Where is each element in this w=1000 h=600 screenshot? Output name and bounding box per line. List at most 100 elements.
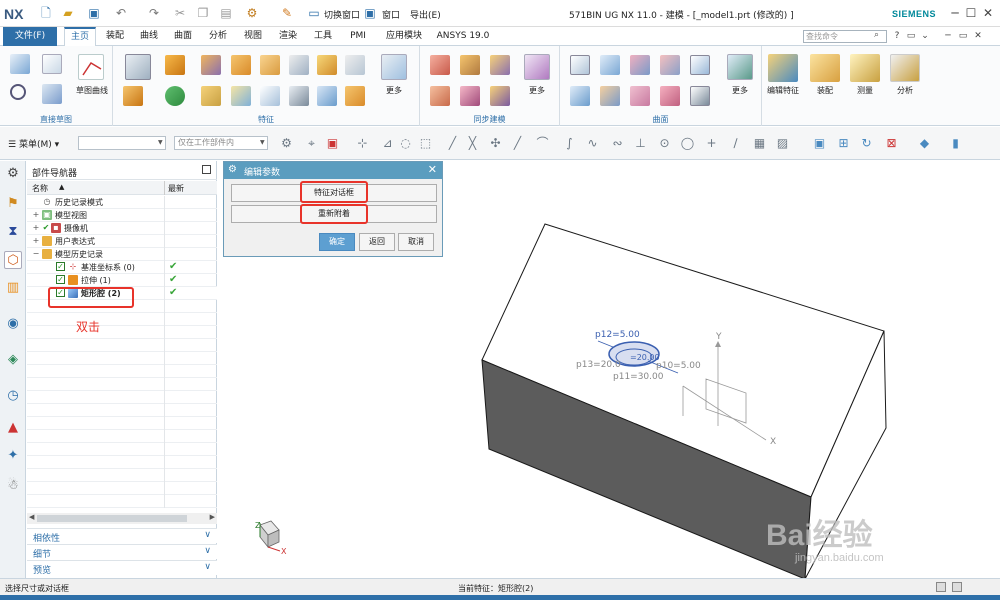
- process-studio-icon[interactable]: ✦: [4, 447, 22, 465]
- cancel-button[interactable]: 取消: [398, 233, 434, 251]
- fit-view-icon[interactable]: ▣: [812, 136, 827, 151]
- copy-icon[interactable]: ❐: [195, 5, 211, 21]
- extrude-icon[interactable]: [165, 55, 185, 75]
- tree-item-model-views[interactable]: + ▣ 模型视图: [27, 209, 217, 222]
- collapse-icon[interactable]: −: [32, 249, 40, 258]
- doc-restore-icon[interactable]: ▭: [957, 30, 969, 43]
- face-point-icon[interactable]: ▨: [775, 136, 790, 151]
- sketch-plane-icon[interactable]: [42, 54, 62, 74]
- block-icon[interactable]: [231, 55, 251, 75]
- line-icon[interactable]: ╱: [510, 136, 525, 151]
- paste-icon[interactable]: ▤: [218, 5, 234, 21]
- datum-plane-icon[interactable]: [125, 54, 151, 80]
- patch-icon[interactable]: [690, 86, 710, 106]
- more-sync-label[interactable]: 更多: [520, 85, 554, 96]
- ruled-icon[interactable]: [690, 55, 710, 75]
- tab-assembly[interactable]: 装配: [100, 27, 130, 46]
- menu-button[interactable]: ☰ 菜单(M) ▾: [8, 137, 59, 150]
- maximize-icon[interactable]: [202, 165, 211, 174]
- cut-icon[interactable]: ✂: [172, 5, 188, 21]
- measure-label[interactable]: 测量: [846, 85, 884, 96]
- extend-sheet-icon[interactable]: [660, 86, 680, 106]
- tab-home[interactable]: 主页: [64, 27, 96, 46]
- revolve-icon[interactable]: [201, 55, 221, 75]
- column-divider[interactable]: [164, 181, 165, 195]
- sort-up-icon[interactable]: ▲: [59, 183, 64, 191]
- status-window-icon[interactable]: [952, 582, 962, 592]
- curve-icon[interactable]: ∿: [585, 136, 600, 151]
- system-materials-icon[interactable]: ▲: [4, 419, 22, 437]
- expand-icon[interactable]: +: [32, 223, 40, 232]
- ok-button[interactable]: 确定: [319, 233, 355, 251]
- close-icon[interactable]: ✕: [980, 5, 996, 21]
- scroll-left-icon[interactable]: ◀: [29, 513, 34, 521]
- tab-render[interactable]: 渲染: [273, 27, 303, 46]
- column-name[interactable]: 名称: [32, 183, 48, 194]
- snap-point-icon[interactable]: ▣: [325, 136, 340, 151]
- point-constructor-icon[interactable]: ⊹: [355, 136, 370, 151]
- add-feature-icon[interactable]: [165, 86, 185, 106]
- constraint-navigator-icon[interactable]: ⧗: [4, 223, 22, 241]
- tree-item-extrude[interactable]: ✓ 拉伸 (1) ✔: [27, 274, 217, 287]
- chevron-down-icon[interactable]: ∨: [204, 530, 211, 540]
- edit-feature-icon[interactable]: [768, 54, 798, 82]
- panel-preview[interactable]: 预览 ∨: [27, 560, 217, 576]
- new-file-icon[interactable]: 🗋: [38, 5, 54, 21]
- part-navigator-icon[interactable]: ⬡: [4, 251, 22, 269]
- trim-sheet-icon[interactable]: [600, 86, 620, 106]
- doc-minimize-icon[interactable]: ─: [942, 30, 954, 43]
- tab-tools[interactable]: 工具: [308, 27, 338, 46]
- dialog-title-bar[interactable]: ⚙ 编辑参数 ✕: [224, 162, 442, 179]
- offset-surface-icon[interactable]: [570, 86, 590, 106]
- wave-icon[interactable]: ∾: [610, 136, 625, 151]
- pattern-sketch-icon[interactable]: [42, 84, 62, 104]
- through-curves-icon[interactable]: [570, 55, 590, 75]
- horizontal-scrollbar[interactable]: ◀ ▶: [27, 513, 217, 524]
- view-orient-icon[interactable]: ⊠: [884, 136, 899, 151]
- doc-close-icon[interactable]: ✕: [972, 30, 984, 43]
- chevron-down-icon[interactable]: ∨: [204, 562, 211, 572]
- pattern-feature-icon[interactable]: [317, 55, 337, 75]
- circle-sketch-icon[interactable]: [10, 84, 26, 100]
- rotate-icon[interactable]: ↻: [859, 136, 874, 151]
- swept-icon[interactable]: [630, 55, 650, 75]
- column-latest[interactable]: 最新: [168, 183, 184, 194]
- type-filter-select[interactable]: [78, 136, 166, 150]
- touch-mode-icon[interactable]: ✎: [279, 5, 295, 21]
- checkbox[interactable]: ✓: [56, 262, 65, 271]
- cylinder-icon[interactable]: [260, 55, 280, 75]
- hole-icon[interactable]: [289, 55, 309, 75]
- circle-center-icon[interactable]: ⊙: [657, 136, 672, 151]
- selection-scope-select[interactable]: 仅在工作部件内: [174, 136, 268, 150]
- edge-blend-icon[interactable]: [231, 86, 251, 106]
- tree-item-user-expressions[interactable]: + 用户表达式: [27, 235, 217, 248]
- analysis-label[interactable]: 分析: [886, 85, 924, 96]
- trim-body-icon[interactable]: [289, 86, 309, 106]
- tree-item-camera[interactable]: + ✔ ▪ 摄像机: [27, 222, 217, 235]
- tab-pmi[interactable]: PMI: [343, 27, 373, 46]
- hd3d-tools-icon[interactable]: ◉: [4, 315, 22, 333]
- help-icon[interactable]: ?: [891, 30, 903, 43]
- quadrant-icon[interactable]: ◯: [680, 136, 695, 151]
- rectangle-select-icon[interactable]: ⬚: [418, 136, 433, 151]
- studio-surface-icon[interactable]: [600, 55, 620, 75]
- general-selection-icon[interactable]: ⌖: [304, 136, 319, 151]
- gear-icon[interactable]: ⚙: [4, 165, 22, 183]
- endpoint-icon[interactable]: ╱: [445, 136, 460, 151]
- assembly-navigator-icon[interactable]: ⚑: [4, 195, 22, 213]
- scroll-right-icon[interactable]: ▶: [210, 513, 215, 521]
- offset-region-icon[interactable]: [490, 55, 510, 75]
- grid-point-icon[interactable]: ▦: [752, 136, 767, 151]
- tab-analysis[interactable]: 分析: [203, 27, 233, 46]
- render-style-icon[interactable]: ◆: [917, 136, 932, 151]
- lasso-icon[interactable]: ◌: [398, 136, 413, 151]
- cross-icon[interactable]: +: [704, 136, 719, 151]
- pull-face-icon[interactable]: [460, 55, 480, 75]
- midpoint-icon[interactable]: ╳: [465, 136, 480, 151]
- shell-icon[interactable]: [201, 86, 221, 106]
- assembly-icon[interactable]: [810, 54, 840, 82]
- draft-icon[interactable]: [317, 86, 337, 106]
- sew-icon[interactable]: [630, 86, 650, 106]
- replace-face-icon[interactable]: [430, 86, 450, 106]
- control-point-icon[interactable]: ✣: [488, 136, 503, 151]
